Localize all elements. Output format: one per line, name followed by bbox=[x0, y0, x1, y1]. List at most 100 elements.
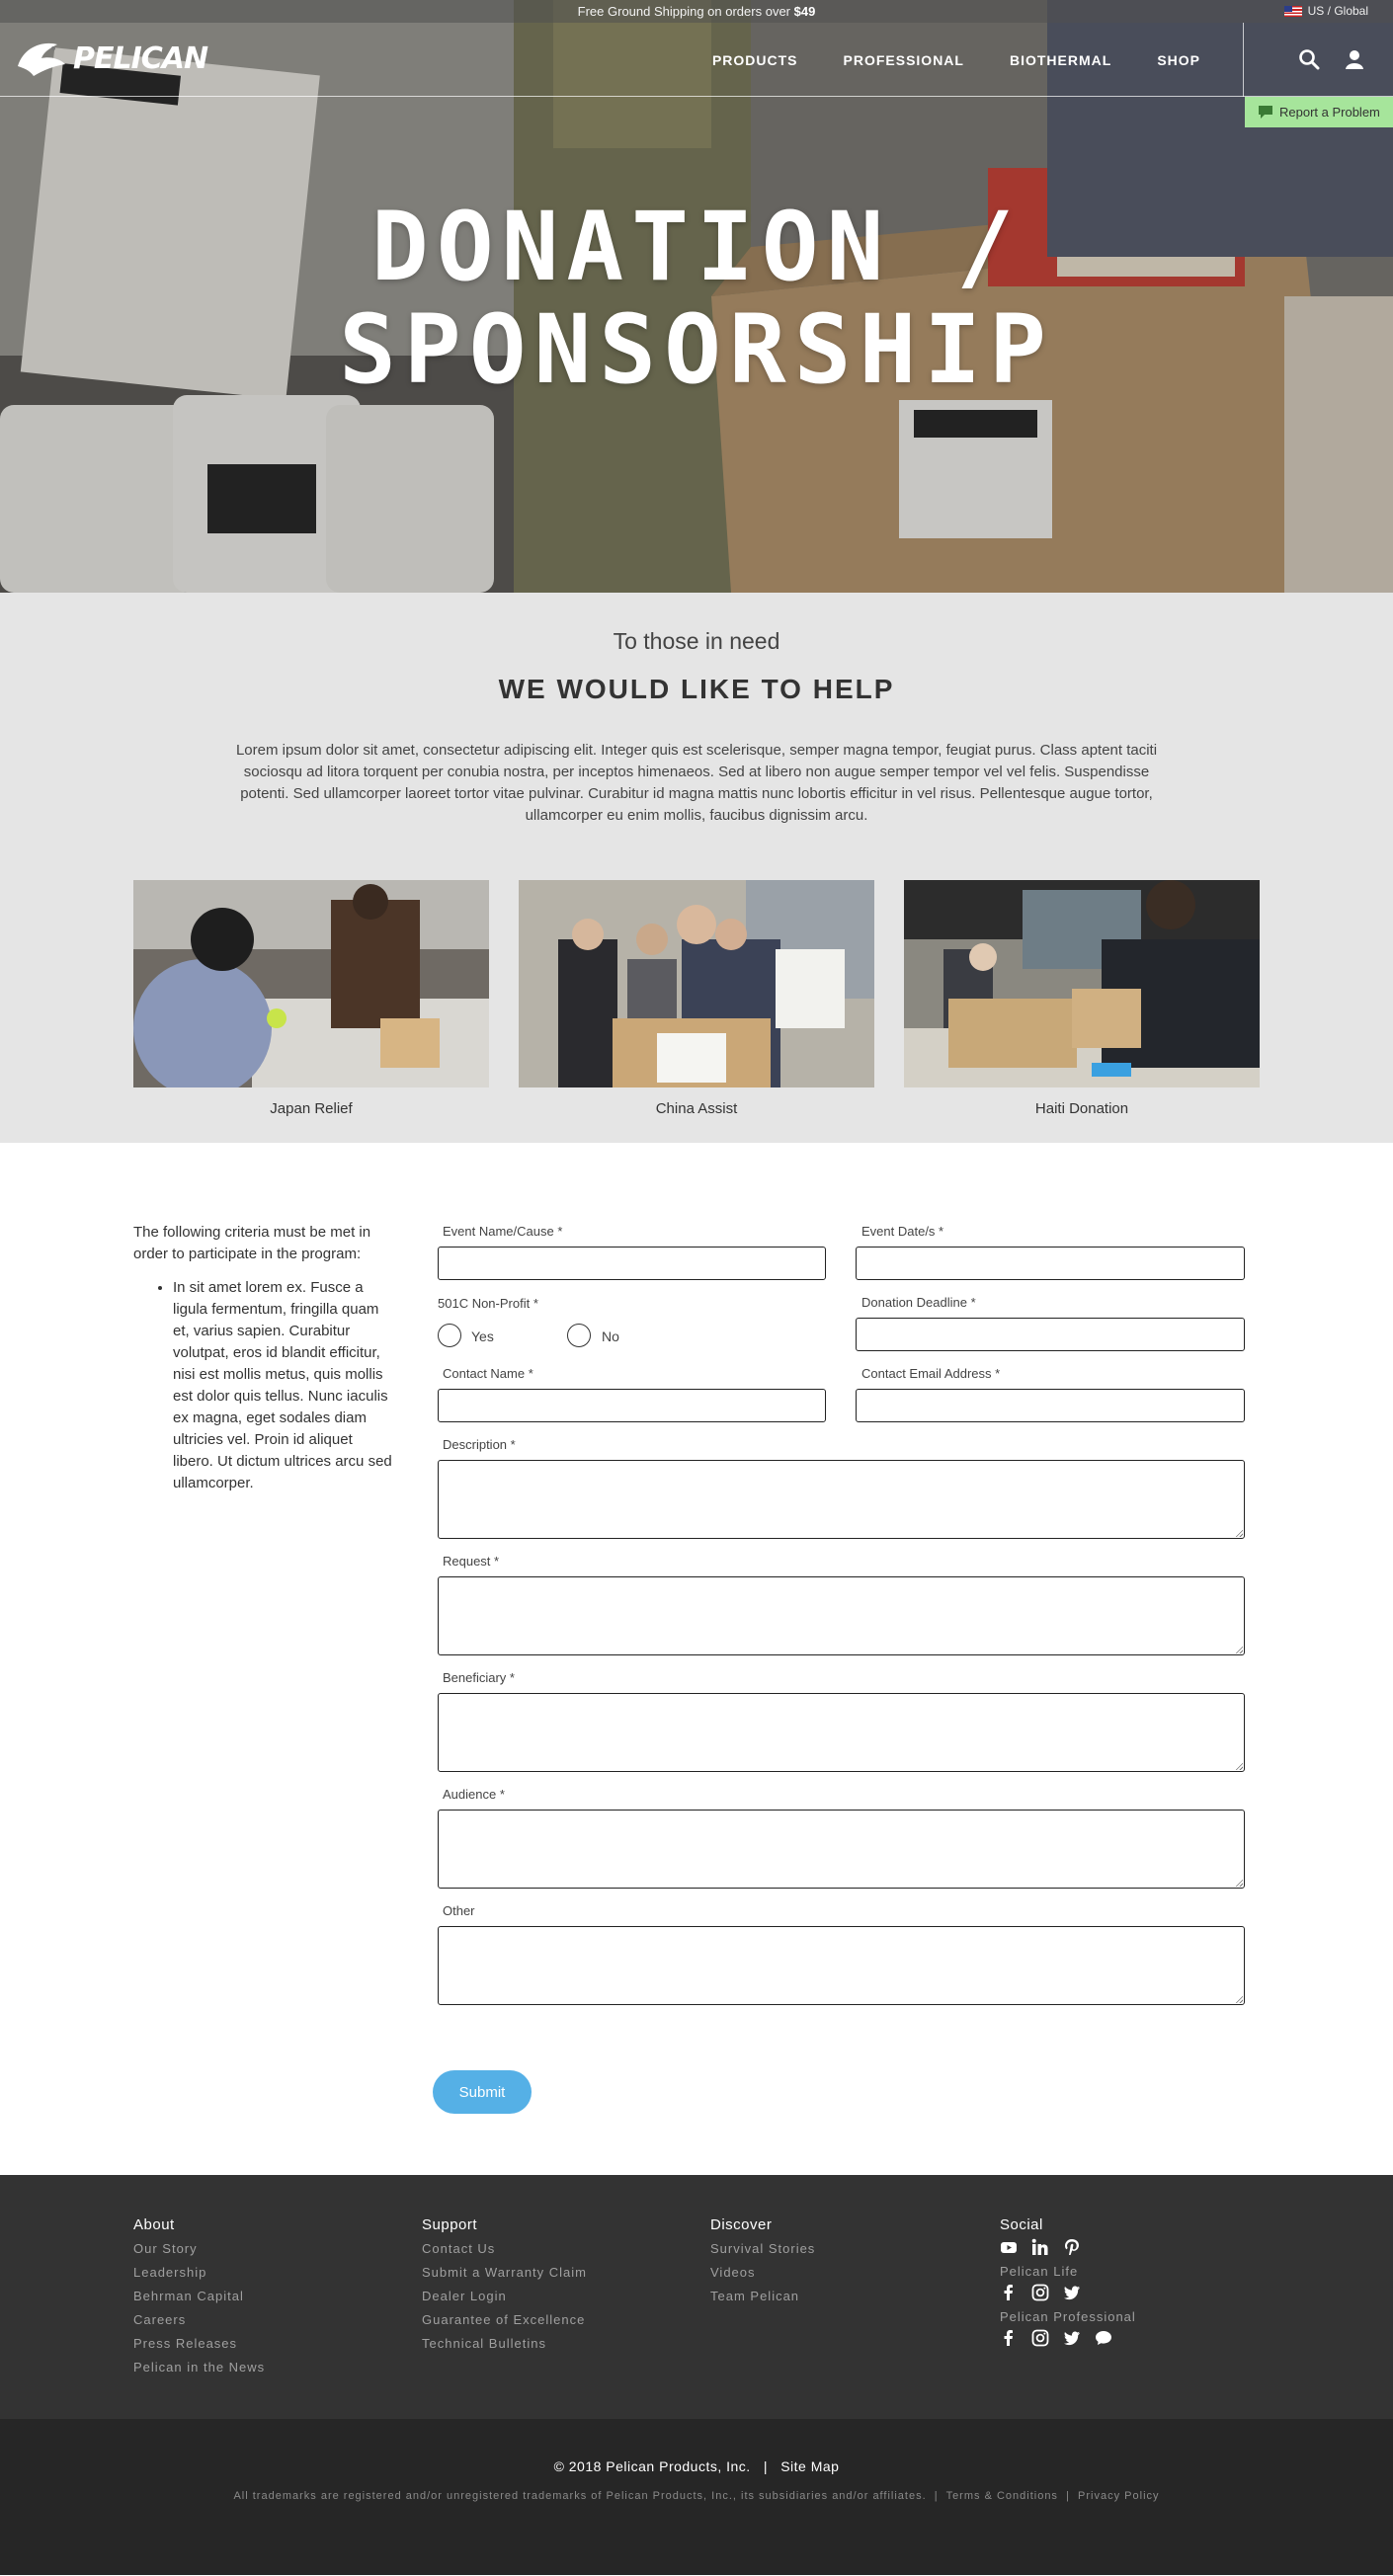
beneficiary-textarea[interactable] bbox=[438, 1693, 1245, 1772]
resize-handle-icon[interactable] bbox=[1235, 1529, 1243, 1537]
hero-banner: Free Ground Shipping on orders over $49 … bbox=[0, 0, 1393, 593]
pelican-professional-label: Pelican Professional bbox=[1000, 2309, 1136, 2324]
twitter-icon[interactable] bbox=[1063, 2329, 1081, 2347]
pelican-life-label: Pelican Life bbox=[1000, 2264, 1079, 2279]
footer-link-contact[interactable]: Contact Us bbox=[422, 2237, 587, 2261]
footer-heading: Social bbox=[1000, 2216, 1043, 2233]
footer-link-guarantee[interactable]: Guarantee of Excellence bbox=[422, 2308, 587, 2332]
criteria-list: In sit amet lorem ex. Fusce a ligula fer… bbox=[133, 1277, 395, 1494]
linkedin-icon[interactable] bbox=[1031, 2238, 1049, 2256]
instagram-icon[interactable] bbox=[1031, 2284, 1049, 2301]
nonprofit-yes-radio[interactable] bbox=[438, 1324, 461, 1347]
locale-selector[interactable]: US / Global bbox=[1283, 0, 1368, 23]
separator: | bbox=[763, 2458, 769, 2474]
facebook-icon[interactable] bbox=[1000, 2329, 1018, 2347]
resize-handle-icon[interactable] bbox=[1235, 1995, 1243, 2003]
report-problem-button[interactable]: Report a Problem bbox=[1245, 97, 1393, 127]
chat-bubble-icon[interactable] bbox=[1095, 2329, 1112, 2347]
photo-card-china[interactable]: China Assist bbox=[519, 880, 874, 1117]
footer-link-careers[interactable]: Careers bbox=[133, 2308, 265, 2332]
footer-link-news[interactable]: Pelican in the News bbox=[133, 2356, 265, 2379]
social-row-main bbox=[1000, 2238, 1136, 2256]
footer-heading: Support bbox=[422, 2216, 478, 2233]
footer-heading: Discover bbox=[710, 2216, 773, 2233]
china-assist-photo bbox=[519, 880, 874, 1087]
request-textarea[interactable] bbox=[438, 1576, 1245, 1655]
footer-link-warranty[interactable]: Submit a Warranty Claim bbox=[422, 2261, 587, 2285]
instagram-icon[interactable] bbox=[1031, 2329, 1049, 2347]
contact-email-input[interactable] bbox=[856, 1389, 1245, 1422]
beneficiary-label: Beneficiary * bbox=[443, 1670, 515, 1685]
nonprofit-no-radio[interactable] bbox=[567, 1324, 591, 1347]
donation-form-section: The following criteria must be met in or… bbox=[0, 1143, 1393, 2175]
other-label: Other bbox=[443, 1903, 475, 1918]
nonprofit-label: 501C Non-Profit * bbox=[438, 1296, 538, 1311]
nav-divider bbox=[1243, 23, 1244, 97]
footer-social: Social Pelican Life Pelican Professional bbox=[1000, 2216, 1136, 2355]
criteria-item: In sit amet lorem ex. Fusce a ligula fer… bbox=[173, 1277, 395, 1494]
site-footer: About Our Story Leadership Behrman Capit… bbox=[0, 2175, 1393, 2575]
audience-label: Audience * bbox=[443, 1787, 505, 1802]
main-nav: PELICAN PRODUCTS PROFESSIONAL BIOTHERMAL… bbox=[0, 23, 1393, 97]
footer-link-team[interactable]: Team Pelican bbox=[710, 2285, 815, 2308]
audience-textarea[interactable] bbox=[438, 1810, 1245, 1889]
footer-link-stories[interactable]: Survival Stories bbox=[710, 2237, 815, 2261]
nav-products[interactable]: PRODUCTS bbox=[690, 52, 821, 68]
separator: | bbox=[1066, 2490, 1070, 2502]
deadline-input[interactable] bbox=[856, 1318, 1245, 1351]
search-icon[interactable] bbox=[1298, 48, 1320, 70]
footer-link-bulletins[interactable]: Technical Bulletins bbox=[422, 2332, 587, 2356]
footer-discover: Discover Survival Stories Videos Team Pe… bbox=[710, 2216, 815, 2308]
request-label: Request * bbox=[443, 1554, 500, 1569]
resize-handle-icon[interactable] bbox=[1235, 1879, 1243, 1887]
facebook-icon[interactable] bbox=[1000, 2284, 1018, 2301]
contact-name-input[interactable] bbox=[438, 1389, 826, 1422]
user-icon[interactable] bbox=[1344, 48, 1365, 70]
footer-link-leadership[interactable]: Leadership bbox=[133, 2261, 265, 2285]
criteria-panel: The following criteria must be met in or… bbox=[133, 1222, 395, 1494]
resize-handle-icon[interactable] bbox=[1235, 1762, 1243, 1770]
contact-email-label: Contact Email Address * bbox=[861, 1366, 1001, 1381]
youtube-icon[interactable] bbox=[1000, 2238, 1018, 2256]
footer-link-our-story[interactable]: Our Story bbox=[133, 2237, 265, 2261]
photo-card-haiti[interactable]: Haiti Donation bbox=[904, 880, 1260, 1117]
footer-link-videos[interactable]: Videos bbox=[710, 2261, 815, 2285]
intro-title: WE WOULD LIKE TO HELP bbox=[498, 674, 895, 704]
footer-link-behrman[interactable]: Behrman Capital bbox=[133, 2285, 265, 2308]
nav-links: PRODUCTS PROFESSIONAL BIOTHERMAL SHOP bbox=[690, 23, 1223, 97]
other-textarea[interactable] bbox=[438, 1926, 1245, 2005]
copyright-line: © 2018 Pelican Products, Inc. | Site Map bbox=[0, 2458, 1393, 2474]
photo-caption: Japan Relief bbox=[270, 1100, 353, 1117]
footer-links: About Our Story Leadership Behrman Capit… bbox=[0, 2175, 1393, 2419]
japan-relief-photo bbox=[133, 880, 489, 1097]
event-name-input[interactable] bbox=[438, 1247, 826, 1280]
footer-link-dealer[interactable]: Dealer Login bbox=[422, 2285, 587, 2308]
nav-shop[interactable]: SHOP bbox=[1134, 52, 1223, 68]
footer-bottom: © 2018 Pelican Products, Inc. | Site Map… bbox=[0, 2419, 1393, 2575]
nav-biothermal[interactable]: BIOTHERMAL bbox=[987, 52, 1134, 68]
pelican-bird-icon bbox=[18, 42, 65, 76]
criteria-intro: The following criteria must be met in or… bbox=[133, 1224, 371, 1262]
footer-support: Support Contact Us Submit a Warranty Cla… bbox=[422, 2216, 587, 2356]
privacy-link[interactable]: Privacy Policy bbox=[1078, 2490, 1159, 2502]
legal-line: All trademarks are registered and/or unr… bbox=[0, 2490, 1393, 2502]
locale-label: US / Global bbox=[1307, 4, 1368, 18]
chat-icon bbox=[1259, 106, 1272, 119]
sitemap-link[interactable]: Site Map bbox=[780, 2458, 839, 2474]
description-textarea[interactable] bbox=[438, 1460, 1245, 1539]
resize-handle-icon[interactable] bbox=[1235, 1646, 1243, 1653]
photo-caption: China Assist bbox=[655, 1100, 738, 1117]
twitter-icon[interactable] bbox=[1063, 2284, 1081, 2301]
submit-button[interactable]: Submit bbox=[433, 2070, 532, 2114]
pelican-logo[interactable]: PELICAN bbox=[14, 37, 208, 80]
separator: | bbox=[934, 2490, 939, 2502]
photo-card-japan[interactable]: Japan Relief bbox=[133, 880, 489, 1117]
yes-label: Yes bbox=[471, 1328, 494, 1344]
terms-link[interactable]: Terms & Conditions bbox=[946, 2490, 1058, 2502]
event-dates-input[interactable] bbox=[856, 1247, 1245, 1280]
nav-professional[interactable]: PROFESSIONAL bbox=[821, 52, 987, 68]
contact-name-label: Contact Name * bbox=[443, 1366, 533, 1381]
pinterest-icon[interactable] bbox=[1063, 2238, 1081, 2256]
intro-section: To those in need WE WOULD LIKE TO HELP L… bbox=[0, 593, 1393, 1143]
footer-link-press[interactable]: Press Releases bbox=[133, 2332, 265, 2356]
